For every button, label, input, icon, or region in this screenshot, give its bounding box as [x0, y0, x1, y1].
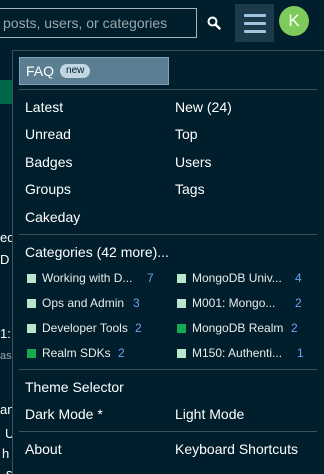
menu-link-badges[interactable]: Badges: [25, 154, 72, 170]
category-name: Developer Tools: [42, 321, 128, 335]
category-link[interactable]: MongoDB Realm 2: [177, 320, 317, 336]
hamburger-icon-line: [243, 29, 266, 33]
edge-text: D: [0, 252, 10, 267]
category-count: 7: [147, 271, 154, 285]
edge-text: ed: [0, 230, 12, 245]
keyboard-shortcuts-link[interactable]: Keyboard Shortcuts: [175, 441, 298, 457]
category-link[interactable]: MongoDB Univ... 4: [177, 270, 317, 286]
edge-text: 1:: [0, 326, 11, 341]
category-count: 4: [295, 271, 302, 285]
category-name: M001: Mongo...: [192, 296, 276, 310]
divider: [19, 89, 317, 90]
search-box: [0, 8, 197, 38]
menu-link-cakeday[interactable]: Cakeday: [25, 209, 80, 225]
category-count: 2: [118, 346, 125, 360]
divider: [19, 369, 317, 370]
edge-text: U: [5, 426, 12, 441]
category-color-swatch: [177, 323, 186, 333]
category-link[interactable]: M150: Authenti... 1: [177, 345, 317, 361]
divider: [19, 234, 317, 235]
category-link[interactable]: Realm SDKs 2: [27, 345, 167, 361]
category-color-swatch: [177, 298, 186, 308]
about-link[interactable]: About: [25, 441, 62, 457]
category-name: Realm SDKs: [42, 346, 111, 360]
category-count: 2: [135, 321, 142, 335]
categories-heading-link[interactable]: Categories (42 more)...: [25, 244, 169, 260]
menu-link-unread[interactable]: Unread: [25, 126, 71, 142]
light-mode-option[interactable]: Light Mode: [175, 406, 244, 422]
menu-link-new[interactable]: New (24): [175, 99, 232, 115]
edge-green-button: [0, 80, 12, 104]
menu-link-groups[interactable]: Groups: [25, 181, 71, 197]
search-input[interactable]: [0, 9, 196, 37]
category-color-swatch: [27, 273, 36, 283]
divider: [19, 431, 317, 432]
category-link[interactable]: Developer Tools 2: [27, 320, 167, 336]
hamburger-icon-line: [243, 21, 266, 25]
category-name: Ops and Admin: [42, 296, 125, 310]
edge-text: h: [2, 446, 10, 461]
category-name: M150: Authenti...: [192, 346, 283, 360]
theme-selector-label: Theme Selector: [25, 379, 124, 395]
category-count: 3: [133, 296, 140, 310]
category-color-swatch: [27, 298, 36, 308]
category-count: 2: [291, 321, 298, 335]
category-color-swatch: [27, 348, 36, 358]
category-link[interactable]: Working with D... 7: [27, 270, 167, 286]
edge-text: an: [0, 402, 12, 417]
new-badge: new: [60, 64, 91, 78]
site-header: K: [0, 0, 324, 46]
hamburger-icon-line: [243, 13, 266, 17]
search-icon: [207, 16, 221, 30]
dark-mode-option[interactable]: Dark Mode *: [25, 406, 103, 422]
search-button[interactable]: [201, 8, 227, 38]
category-color-swatch: [177, 273, 186, 283]
faq-link[interactable]: FAQ new: [19, 57, 169, 85]
user-avatar[interactable]: K: [279, 6, 309, 36]
hamburger-menu-button[interactable]: [235, 4, 274, 42]
menu-link-users[interactable]: Users: [175, 154, 212, 170]
menu-link-tags[interactable]: Tags: [175, 181, 205, 197]
category-count: 2: [295, 296, 302, 310]
category-name: MongoDB Realm: [192, 321, 284, 335]
category-name: Working with D...: [42, 271, 133, 285]
category-name: MongoDB Univ...: [192, 271, 282, 285]
edge-text: asi: [0, 350, 12, 362]
category-color-swatch: [177, 348, 186, 358]
category-link[interactable]: Ops and Admin 3: [27, 295, 167, 311]
category-count: 1: [297, 346, 304, 360]
page-background-edge: ed D 1: asi an U h s: [0, 46, 12, 474]
category-color-swatch: [27, 323, 36, 333]
hamburger-dropdown-panel: FAQ new Latest Unread Badges Groups Cake…: [12, 50, 324, 474]
faq-label: FAQ: [26, 63, 55, 79]
category-link[interactable]: M001: Mongo... 2: [177, 295, 317, 311]
menu-link-latest[interactable]: Latest: [25, 99, 63, 115]
menu-link-top[interactable]: Top: [175, 126, 198, 142]
